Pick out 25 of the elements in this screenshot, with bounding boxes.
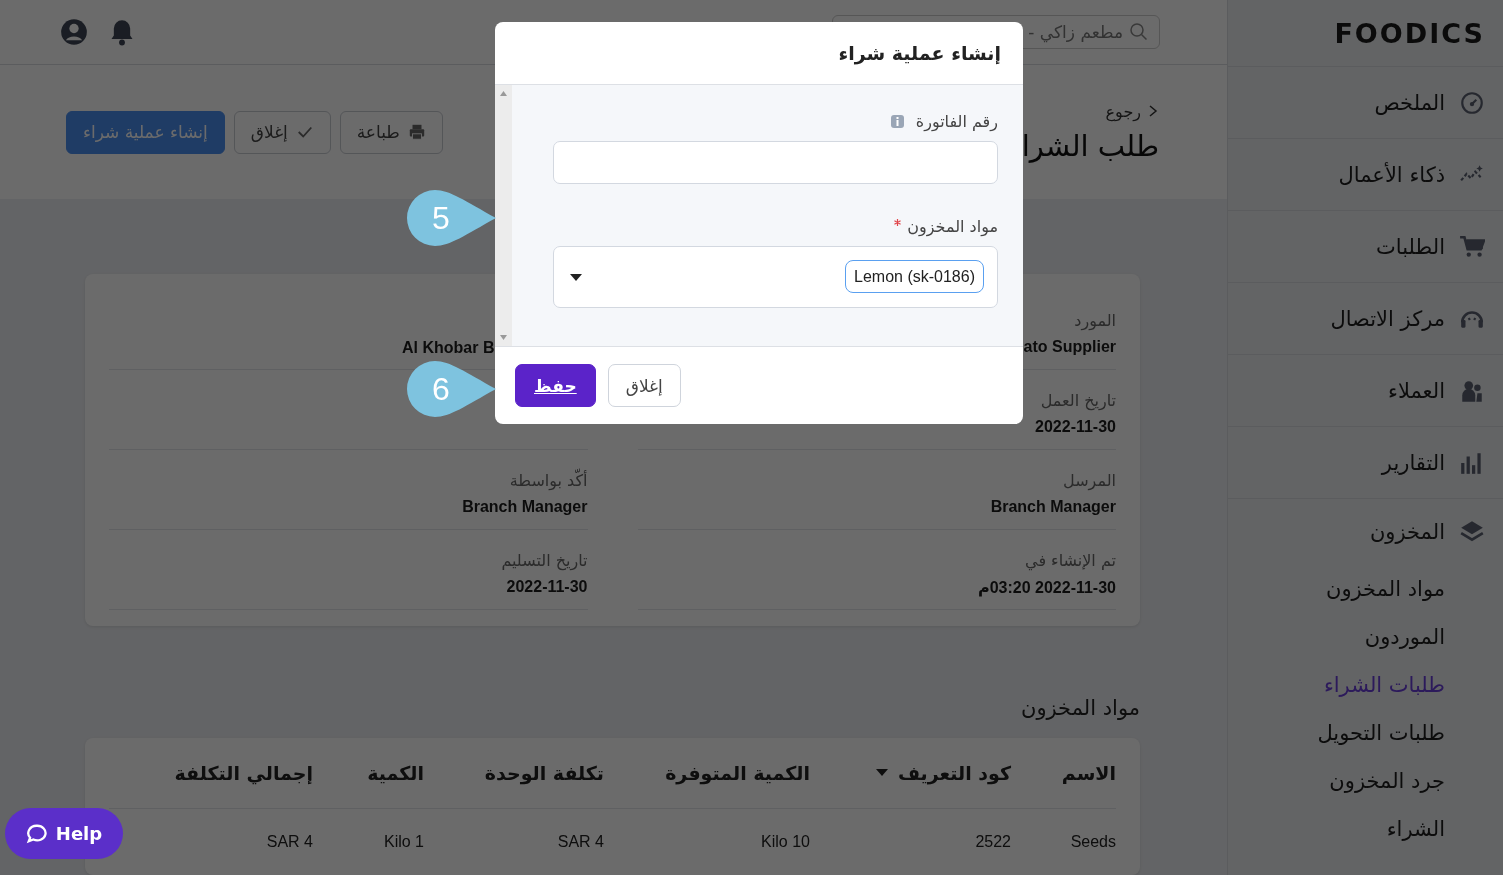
detail-label: تاريخ التسليم (500, 551, 588, 570)
step-callout: 5 (405, 189, 497, 247)
table-cell: SAR 4 (266, 833, 313, 851)
page-title: طلب الشرا (1021, 128, 1159, 163)
detail-value: Al Khobar B (401, 338, 496, 357)
detail-label: المورد (1073, 311, 1116, 330)
detail-value: ato Supplier (1022, 338, 1116, 356)
detail-value: 2022-11-30 (505, 578, 588, 596)
table-cell: Seeds (1070, 833, 1116, 851)
detail-value: 2022-11-30 (1034, 418, 1116, 436)
dialog-title: إنشاء عملية شراء (838, 42, 1001, 64)
detail-label: تاريخ العمل (1039, 391, 1116, 410)
table-cell: SAR 4 (557, 833, 604, 851)
step-callout: 6 (405, 360, 497, 418)
section-title: مواد المخزون (1019, 696, 1140, 720)
table-cell: 1 Kilo (383, 833, 424, 851)
field-label: مواد المخزون (907, 216, 998, 236)
detail-value: 2022-11-30 03:20م (976, 577, 1116, 597)
table-cell: 2522 (975, 833, 1011, 851)
detail-label: تم الإنشاء في (1024, 550, 1116, 570)
detail-label: المرسل (1062, 471, 1116, 490)
detail-value: Branch Manager (461, 498, 588, 516)
detail-value: Branch Manager (989, 498, 1116, 516)
field-label: رقم الفاتورة (915, 111, 998, 131)
table-cell: 10 Kilo (761, 833, 810, 851)
